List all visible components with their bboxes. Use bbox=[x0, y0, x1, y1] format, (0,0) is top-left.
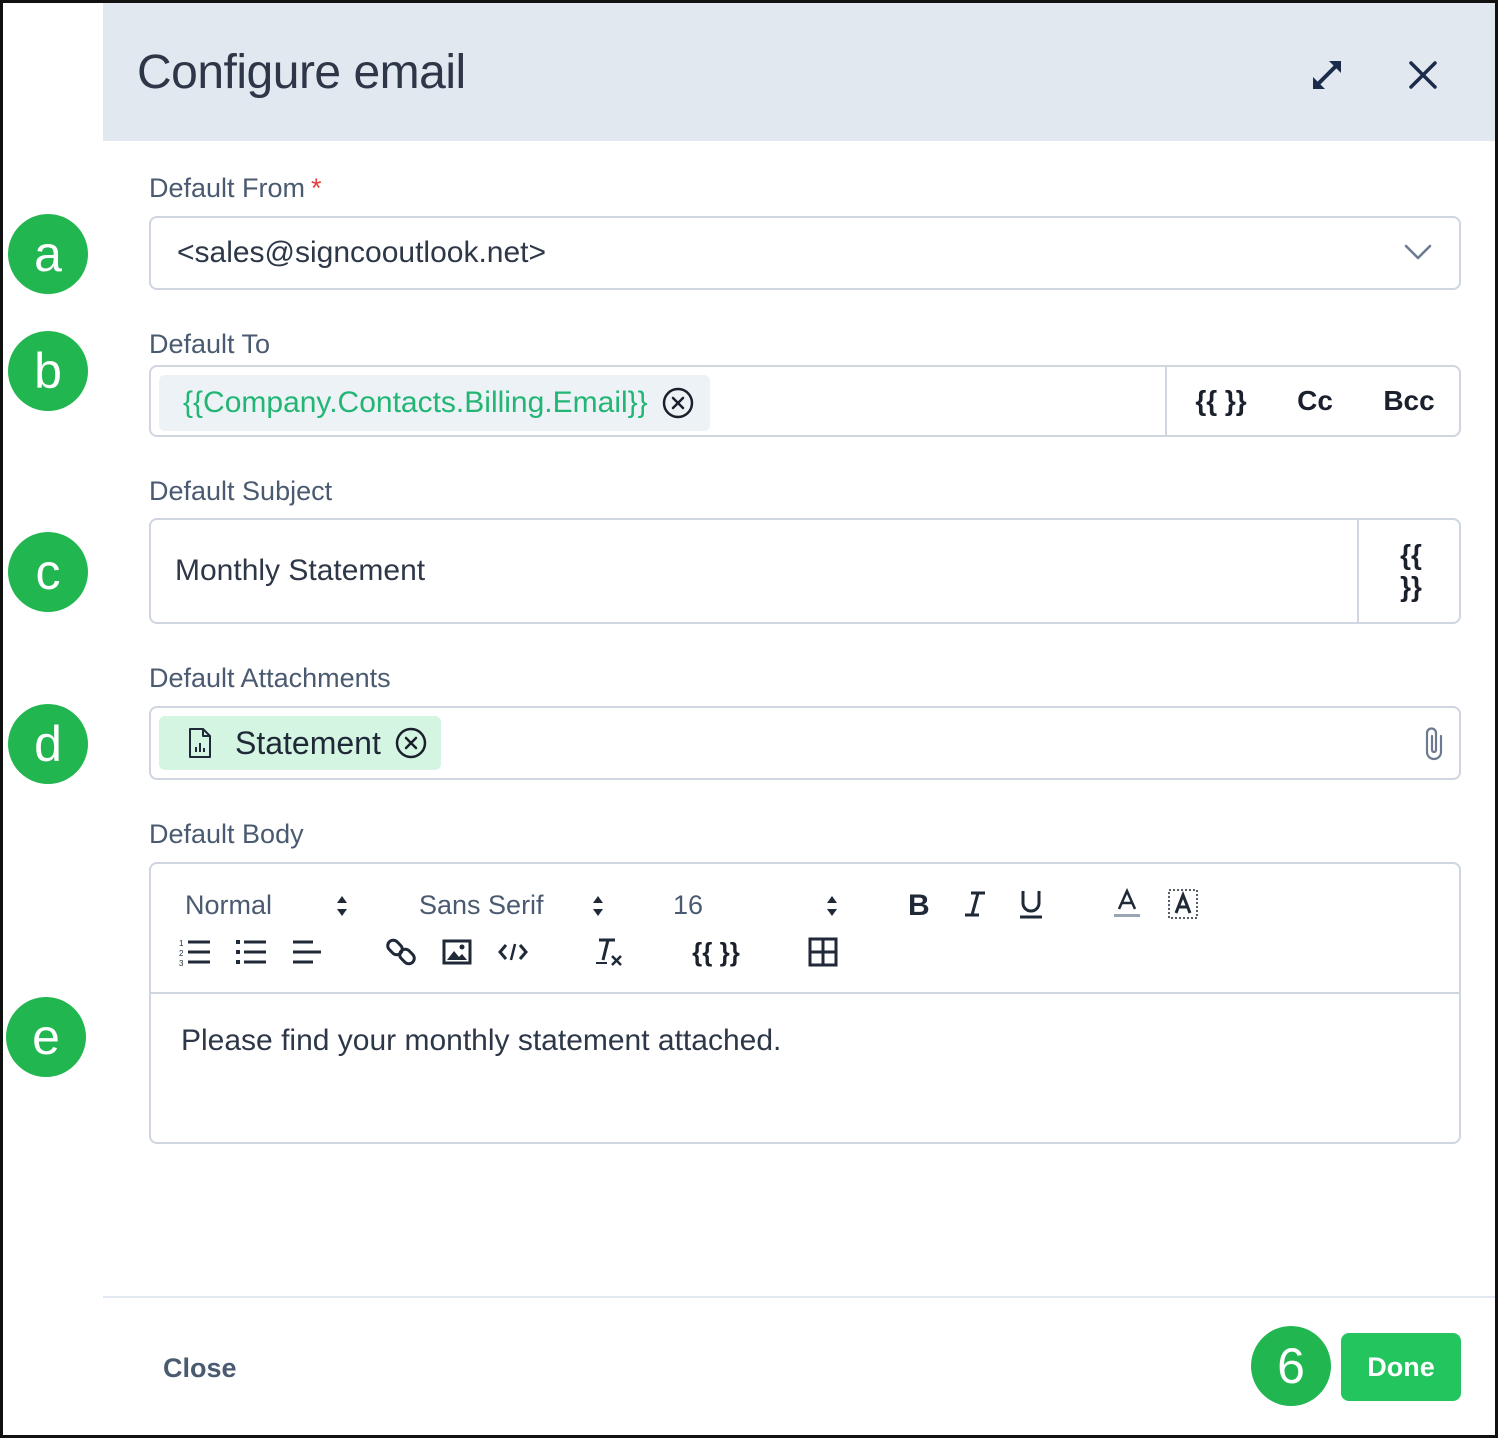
underline-icon bbox=[1020, 891, 1042, 919]
attachment-chip-text: Statement bbox=[235, 724, 381, 761]
marker-b: b bbox=[8, 331, 88, 411]
done-button[interactable]: Done bbox=[1341, 1333, 1461, 1401]
remove-recipient-button[interactable] bbox=[662, 387, 694, 419]
attachment-chip: Statement bbox=[159, 716, 441, 770]
bullet-list-icon bbox=[236, 940, 266, 964]
marker-e: e bbox=[6, 997, 86, 1077]
align-button[interactable] bbox=[289, 934, 325, 970]
svg-text:B: B bbox=[908, 889, 930, 919]
subject-input[interactable]: Monthly Statement {{ }} bbox=[149, 518, 1461, 624]
to-field[interactable]: {{Company.Contacts.Billing.Email}} {{ }}… bbox=[149, 365, 1461, 437]
marker-d: d bbox=[8, 704, 88, 784]
close-icon bbox=[1409, 61, 1437, 89]
ordered-list-icon: 1 2 3 bbox=[179, 939, 210, 967]
bold-icon: B bbox=[908, 889, 930, 919]
subject-variable-button[interactable]: {{ }} bbox=[1361, 520, 1461, 622]
size-select-arrows-icon[interactable] bbox=[825, 894, 839, 918]
close-circle-icon bbox=[395, 727, 427, 759]
clear-format-icon bbox=[596, 938, 622, 966]
font-select[interactable]: Sans Serif bbox=[419, 890, 544, 921]
dialog-header: Configure email bbox=[103, 3, 1495, 141]
expand-icon bbox=[1313, 61, 1341, 89]
remove-attachment-button[interactable] bbox=[395, 727, 427, 759]
to-label: Default To bbox=[149, 329, 271, 359]
to-recipient-chip: {{Company.Contacts.Billing.Email}} bbox=[159, 375, 710, 431]
link-icon bbox=[386, 938, 416, 966]
configure-email-dialog: Configure email Default From * <sales@sig… bbox=[103, 3, 1495, 1435]
body-label: Default Body bbox=[149, 819, 304, 849]
attachments-field[interactable]: Statement bbox=[149, 706, 1461, 780]
report-file-icon bbox=[189, 728, 211, 758]
align-left-icon bbox=[293, 940, 321, 964]
from-label: Default From * bbox=[149, 173, 322, 203]
background-color-button[interactable] bbox=[1165, 886, 1201, 922]
body-variable-button[interactable]: {{ }} bbox=[681, 934, 751, 970]
to-chip-text: {{Company.Contacts.Billing.Email}} bbox=[183, 386, 648, 419]
subject-label: Default Subject bbox=[149, 476, 333, 506]
text-color-icon bbox=[1114, 888, 1140, 917]
body-editor: Normal Sans Serif 16 B 1 2 3 {{}} Pleas… bbox=[149, 862, 1461, 1144]
marker-c: c bbox=[8, 532, 88, 612]
from-select-value: <sales@signcooutlook.net> bbox=[177, 236, 547, 269]
image-icon bbox=[442, 939, 472, 965]
ordered-list-button[interactable]: 1 2 3 bbox=[177, 934, 213, 970]
svg-text:3: 3 bbox=[179, 959, 184, 967]
code-icon bbox=[498, 943, 528, 961]
dialog-title: Configure email bbox=[137, 46, 466, 99]
required-mark: * bbox=[311, 173, 322, 203]
format-select[interactable]: Normal bbox=[185, 890, 272, 921]
background-color-icon bbox=[1168, 889, 1198, 919]
size-select[interactable]: 16 bbox=[673, 890, 703, 921]
to-variable-button[interactable]: {{ }} bbox=[1169, 367, 1273, 435]
format-select-arrows-icon[interactable] bbox=[335, 894, 349, 918]
to-addon-divider bbox=[1165, 367, 1167, 435]
bullet-list-button[interactable] bbox=[233, 934, 269, 970]
body-content[interactable]: Please find your monthly statement attac… bbox=[181, 1024, 781, 1058]
image-button[interactable] bbox=[439, 934, 475, 970]
bold-button[interactable]: B bbox=[901, 886, 937, 922]
footer-divider bbox=[103, 1296, 1495, 1298]
svg-text:2: 2 bbox=[179, 949, 184, 958]
italic-button[interactable] bbox=[957, 886, 993, 922]
expand-button[interactable] bbox=[1303, 51, 1351, 99]
toolbar-divider bbox=[151, 992, 1459, 994]
attachments-label: Default Attachments bbox=[149, 663, 391, 693]
bcc-button[interactable]: Bcc bbox=[1357, 367, 1461, 435]
subject-value: Monthly Statement bbox=[175, 554, 426, 587]
close-icon-button[interactable] bbox=[1399, 51, 1447, 99]
marker-6: 6 bbox=[1251, 1326, 1331, 1406]
text-color-button[interactable] bbox=[1109, 886, 1145, 922]
close-button[interactable]: Close bbox=[163, 1353, 237, 1384]
cc-button[interactable]: Cc bbox=[1273, 367, 1357, 435]
font-select-arrows-icon[interactable] bbox=[591, 894, 605, 918]
marker-a: a bbox=[8, 214, 88, 294]
subject-addon-divider bbox=[1357, 520, 1359, 622]
italic-icon bbox=[965, 891, 985, 917]
paperclip-icon[interactable] bbox=[1421, 724, 1447, 762]
from-select[interactable]: <sales@signcooutlook.net> bbox=[149, 216, 1461, 290]
link-button[interactable] bbox=[383, 934, 419, 970]
chevron-down-icon bbox=[1404, 244, 1432, 260]
clear-format-button[interactable] bbox=[591, 934, 627, 970]
table-button[interactable] bbox=[805, 934, 841, 970]
code-button[interactable] bbox=[495, 934, 531, 970]
svg-text:1: 1 bbox=[179, 939, 184, 948]
table-icon bbox=[808, 937, 838, 967]
close-circle-icon bbox=[662, 387, 693, 419]
underline-button[interactable] bbox=[1013, 886, 1049, 922]
